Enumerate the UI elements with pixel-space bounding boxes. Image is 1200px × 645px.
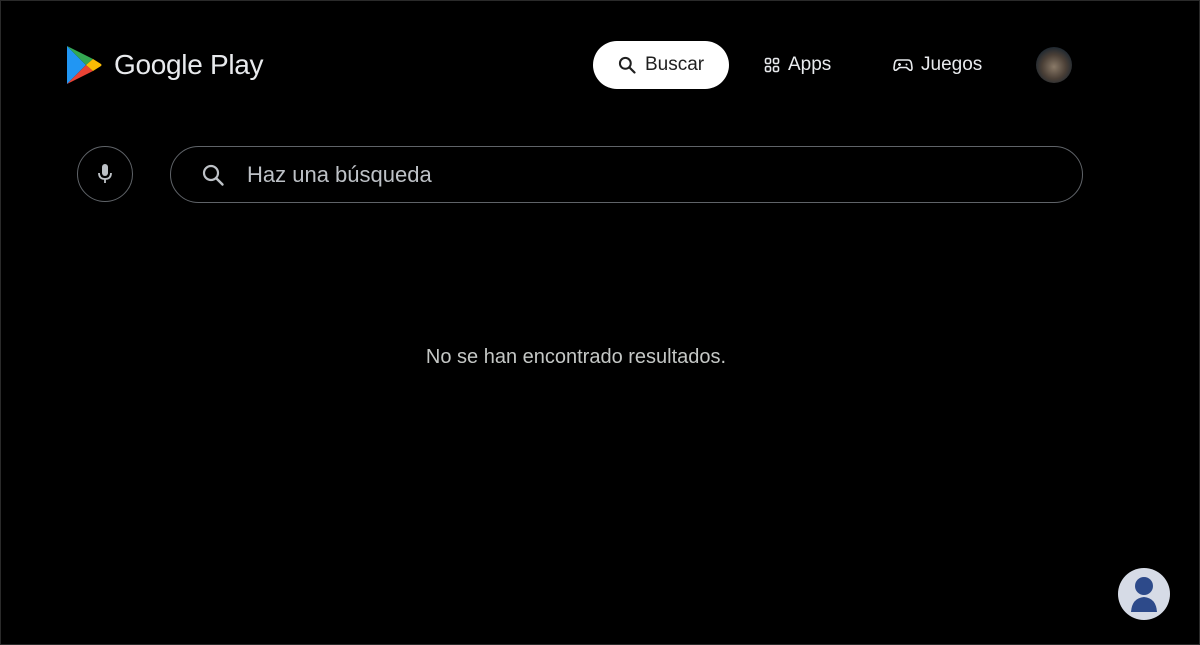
tab-apps[interactable]: Apps [764,41,831,89]
search-icon [201,163,225,187]
watermark-logo [1118,568,1170,620]
search-bar[interactable] [170,146,1083,203]
brand-name: Google Play [114,49,264,80]
tab-search-label: Buscar [645,54,705,75]
voice-search-button[interactable] [77,146,133,202]
app-frame [0,0,1200,645]
google-play-logo[interactable]: Google Play [66,45,264,85]
gamepad-icon [893,59,913,72]
apps-grid-icon [764,57,780,73]
tab-apps-label: Apps [788,54,832,75]
search-icon [618,56,636,74]
tab-search[interactable]: Buscar [593,41,729,89]
search-input[interactable] [245,160,1029,189]
google-play-logo-icon [67,46,102,84]
person-watermark-icon [1131,577,1157,612]
microphone-icon [98,164,112,183]
user-avatar[interactable] [1036,47,1072,83]
no-results-message: No se han encontrado resultados. [425,346,727,368]
tab-games[interactable]: Juegos [893,41,982,89]
tab-games-label: Juegos [921,54,983,75]
